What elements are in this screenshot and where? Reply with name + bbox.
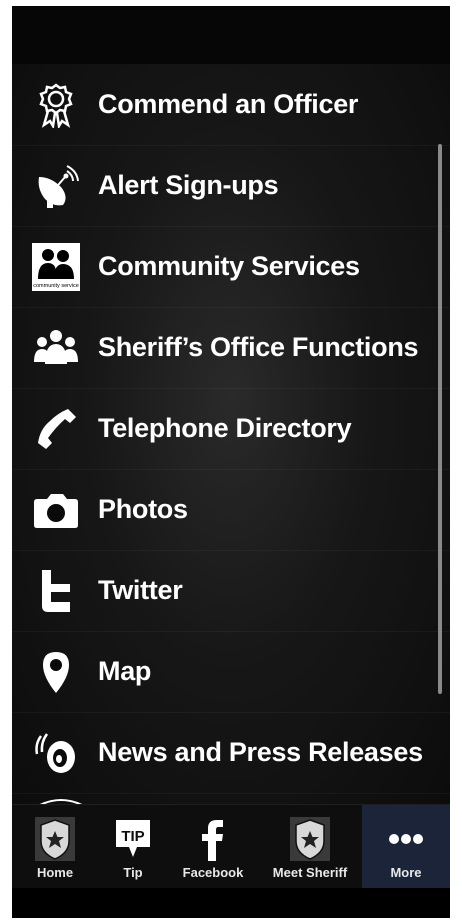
menu-item-map[interactable]: Map bbox=[12, 631, 450, 713]
camera-icon bbox=[30, 484, 82, 536]
tab-label: Facebook bbox=[182, 865, 244, 880]
menu-item-commend-officer[interactable]: Commend an Officer bbox=[12, 64, 450, 146]
tab-home[interactable]: Home bbox=[12, 805, 98, 889]
menu-item-news-press-releases[interactable]: News and Press Releases bbox=[12, 712, 450, 794]
menu-item-label: News and Press Releases bbox=[98, 737, 423, 767]
telephone-handset-icon bbox=[30, 403, 82, 455]
menu-item-label: Commend an Officer bbox=[98, 89, 359, 119]
menu-item-telephone-directory[interactable]: Telephone Directory bbox=[12, 388, 450, 470]
tab-meet-sheriff[interactable]: Meet Sheriff bbox=[258, 805, 362, 889]
phone-screen: Commend an Officer Alert Sign-ups commun… bbox=[12, 6, 450, 918]
community-service-icon: community service bbox=[30, 241, 82, 293]
menu-item-label: Alert Sign-ups bbox=[98, 170, 279, 200]
satellite-dish-icon bbox=[30, 160, 82, 212]
sheriff-badge-icon bbox=[35, 817, 75, 861]
menu-item-label: Twitter bbox=[98, 575, 183, 605]
tab-more[interactable]: More bbox=[362, 805, 450, 889]
tab-label: Home bbox=[36, 865, 74, 880]
next-item-peek bbox=[38, 794, 84, 804]
menu-item-label: Sheriff’s Office Functions bbox=[98, 332, 419, 362]
bottom-edge bbox=[12, 888, 450, 918]
tab-bar: Home TIP Tip Facebook Meet Sheriff More bbox=[12, 804, 450, 889]
menu-item-community-services[interactable]: community service Community Services bbox=[12, 226, 450, 308]
tab-tip[interactable]: TIP Tip bbox=[98, 805, 168, 889]
menu-item-photos[interactable]: Photos bbox=[12, 469, 450, 551]
menu-item-alert-signups[interactable]: Alert Sign-ups bbox=[12, 145, 450, 227]
tab-label: Tip bbox=[123, 865, 143, 880]
twitter-icon bbox=[30, 565, 82, 617]
more-menu-list[interactable]: Commend an Officer Alert Sign-ups commun… bbox=[12, 64, 450, 804]
tab-label: More bbox=[390, 865, 422, 880]
community-icon-caption: community service bbox=[33, 283, 79, 289]
facebook-icon bbox=[200, 817, 226, 861]
svg-text:TIP: TIP bbox=[121, 828, 144, 845]
menu-item-label: Community Services bbox=[98, 251, 360, 281]
map-pin-icon bbox=[30, 646, 82, 698]
status-area bbox=[12, 6, 450, 64]
tab-label: Meet Sheriff bbox=[272, 865, 348, 880]
more-dots-icon bbox=[386, 817, 426, 861]
menu-item-label: Telephone Directory bbox=[98, 413, 352, 443]
scrollbar[interactable] bbox=[438, 144, 442, 694]
news-podcast-icon bbox=[30, 727, 82, 779]
menu-item-label: Photos bbox=[98, 494, 188, 524]
tab-facebook[interactable]: Facebook bbox=[168, 805, 258, 889]
sheriff-badge-icon bbox=[290, 817, 330, 861]
group-people-icon bbox=[30, 322, 82, 374]
tip-speech-icon: TIP bbox=[113, 817, 153, 861]
ribbon-award-icon bbox=[30, 79, 82, 131]
menu-item-sheriffs-office-functions[interactable]: Sheriff’s Office Functions bbox=[12, 307, 450, 389]
menu-item-label: Map bbox=[98, 656, 152, 686]
menu-item-twitter[interactable]: Twitter bbox=[12, 550, 450, 632]
